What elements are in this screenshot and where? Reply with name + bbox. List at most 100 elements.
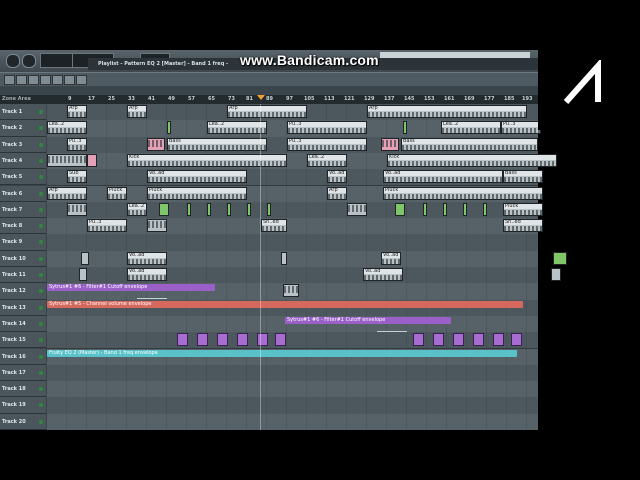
pattern-clip[interactable] xyxy=(147,137,165,151)
pattern-clip[interactable] xyxy=(237,333,248,347)
track-header[interactable]: Track 8 xyxy=(0,218,46,235)
song-mode-icon[interactable] xyxy=(52,75,63,85)
pattern-clip[interactable]: Vo..ad xyxy=(127,268,167,281)
pattern-clip[interactable] xyxy=(47,153,87,167)
playhead-marker-icon[interactable] xyxy=(257,95,265,100)
pattern-clip[interactable]: Arp xyxy=(47,186,87,200)
pattern-clip[interactable] xyxy=(463,202,467,216)
pattern-clip[interactable]: Arp xyxy=(327,186,347,200)
pattern-clip[interactable]: Kick xyxy=(127,153,287,167)
pattern-clip[interactable]: Pu..3 xyxy=(501,121,541,135)
pattern-clip[interactable] xyxy=(187,202,191,216)
track-lane[interactable]: Kick Lea..2 Kick xyxy=(47,152,557,171)
pattern-clip[interactable] xyxy=(433,333,444,347)
track-header[interactable]: Track 1 xyxy=(0,104,46,121)
pattern-clip[interactable] xyxy=(257,333,268,347)
track-header[interactable]: Track 4 xyxy=(0,152,46,170)
automation-clip[interactable]: Sytrus#1 #6 - Filter#1 Cutoff envelope xyxy=(285,316,451,324)
track-header[interactable]: Track 14 xyxy=(0,315,46,333)
track-header[interactable]: Track 11 xyxy=(0,267,46,284)
pattern-clip[interactable]: Sub xyxy=(67,170,87,184)
track-lane[interactable]: Vo..ad Vo..ad xyxy=(47,267,561,285)
pattern-clip[interactable]: Arp xyxy=(227,105,307,118)
master-pitch-knob[interactable] xyxy=(22,54,36,68)
track-lane[interactable]: Lea..2 Pluck xyxy=(47,201,543,220)
pattern-clip[interactable] xyxy=(553,251,567,265)
pattern-clip[interactable] xyxy=(227,202,231,216)
pattern-clip[interactable]: Sn..ed xyxy=(503,219,543,233)
pattern-clip[interactable] xyxy=(493,333,504,347)
pattern-clip[interactable] xyxy=(551,268,561,281)
pattern-clip[interactable] xyxy=(511,333,522,347)
pattern-clip[interactable] xyxy=(275,333,286,347)
pattern-clip[interactable] xyxy=(281,251,287,265)
pattern-clip[interactable] xyxy=(347,202,367,216)
timeline-ruler[interactable]: Zone Area 9 17 25 33 41 49 57 65 73 81 8… xyxy=(0,95,538,104)
pattern-clip[interactable] xyxy=(147,219,167,233)
pattern-clip[interactable]: Bass xyxy=(503,170,543,184)
pattern-clip[interactable] xyxy=(159,202,169,216)
pattern-clip[interactable]: Arp xyxy=(67,105,87,118)
pattern-clip[interactable]: Pluck xyxy=(107,186,127,200)
pattern-clip[interactable] xyxy=(473,333,484,347)
pattern-clip[interactable] xyxy=(217,333,228,347)
track-lane[interactable] xyxy=(47,397,538,415)
track-header[interactable]: Track 10 xyxy=(0,250,46,267)
pattern-clip[interactable]: Vo..ad xyxy=(381,251,401,265)
pattern-clip[interactable]: Vo..ad xyxy=(383,170,503,184)
pattern-clip[interactable] xyxy=(177,333,188,347)
track-lane[interactable]: Sytrus#1 #6 - Filter#1 Cutoff envelope xyxy=(47,315,538,334)
track-lane[interactable] xyxy=(47,332,538,350)
track-lane[interactable] xyxy=(47,413,538,431)
track-lane[interactable]: Pu..3 Bass Pu..3 Bass xyxy=(47,136,538,154)
track-header[interactable]: Track 9 xyxy=(0,234,46,251)
pattern-clip[interactable] xyxy=(67,202,87,216)
pattern-clip[interactable] xyxy=(79,268,87,281)
track-lane[interactable]: Arp Arp Arp Arp xyxy=(47,104,538,122)
pattern-clip[interactable] xyxy=(413,333,424,347)
track-lane[interactable]: Fruity EQ 2 (Master) - Band 1 freq envel… xyxy=(47,348,538,366)
pattern-clip[interactable] xyxy=(381,137,399,151)
pattern-clip[interactable] xyxy=(197,333,208,347)
track-header[interactable]: Track 2 xyxy=(0,120,46,137)
pattern-clip[interactable] xyxy=(247,202,251,216)
pattern-clip[interactable] xyxy=(443,202,447,216)
track-header[interactable]: Track 12 xyxy=(0,283,46,300)
track-header[interactable]: Track 13 xyxy=(0,299,46,316)
pattern-clip[interactable]: Pluck xyxy=(383,186,543,200)
master-volume-knob[interactable] xyxy=(6,54,20,68)
pattern-clip[interactable]: Pu..3 xyxy=(87,219,127,233)
pattern-clip[interactable] xyxy=(87,153,97,167)
track-header[interactable]: Track 19 xyxy=(0,397,46,414)
track-header[interactable]: Track 5 xyxy=(0,169,46,186)
record-icon[interactable] xyxy=(28,75,39,85)
track-lane[interactable]: Sytrus#1 #6 - Filter#1 Cutoff envelope xyxy=(47,283,538,301)
pattern-clip[interactable]: Kick xyxy=(387,153,557,167)
pattern-clip[interactable]: Arp xyxy=(367,105,527,118)
pattern-clip[interactable] xyxy=(403,121,407,135)
pattern-clip[interactable] xyxy=(81,251,89,265)
pattern-clip[interactable]: Bass xyxy=(167,137,267,151)
track-header[interactable]: Track 6 xyxy=(0,185,46,202)
pattern-clip[interactable]: Vo..ad xyxy=(327,170,347,184)
pattern-clip[interactable] xyxy=(267,202,271,216)
pattern-clip[interactable]: Vo..ad xyxy=(363,268,403,281)
pattern-clip[interactable]: Pu..3 xyxy=(67,137,87,151)
automation-clip[interactable]: Sytrus#1 #6 - Filter#1 Cutoff envelope xyxy=(47,284,215,292)
track-header[interactable]: Track 3 xyxy=(0,136,46,153)
track-lane[interactable]: Lea..2 Lea..2 Pu..3 Lea..2 Pu..3 xyxy=(47,120,541,138)
pattern-clip[interactable]: Pu..3 xyxy=(287,121,367,135)
pattern-clip[interactable]: Lea..2 xyxy=(441,121,501,135)
track-header[interactable]: Track 15 xyxy=(0,332,46,349)
stop-icon[interactable] xyxy=(16,75,27,85)
pattern-clip[interactable]: Pluck xyxy=(503,202,543,216)
pencil-icon[interactable] xyxy=(76,75,87,85)
pattern-clip[interactable] xyxy=(167,121,171,135)
track-header[interactable]: Track 16 xyxy=(0,348,46,365)
track-lane[interactable]: Vo..ad Vo..ad xyxy=(47,250,567,268)
track-header[interactable]: Track 17 xyxy=(0,364,46,382)
pattern-clip[interactable]: Vo..ad xyxy=(147,170,247,184)
pattern-clip[interactable] xyxy=(453,333,464,347)
track-lane[interactable]: Arp Pluck Pluck Arp Pluck xyxy=(47,185,543,203)
snap-icon[interactable] xyxy=(64,75,75,85)
